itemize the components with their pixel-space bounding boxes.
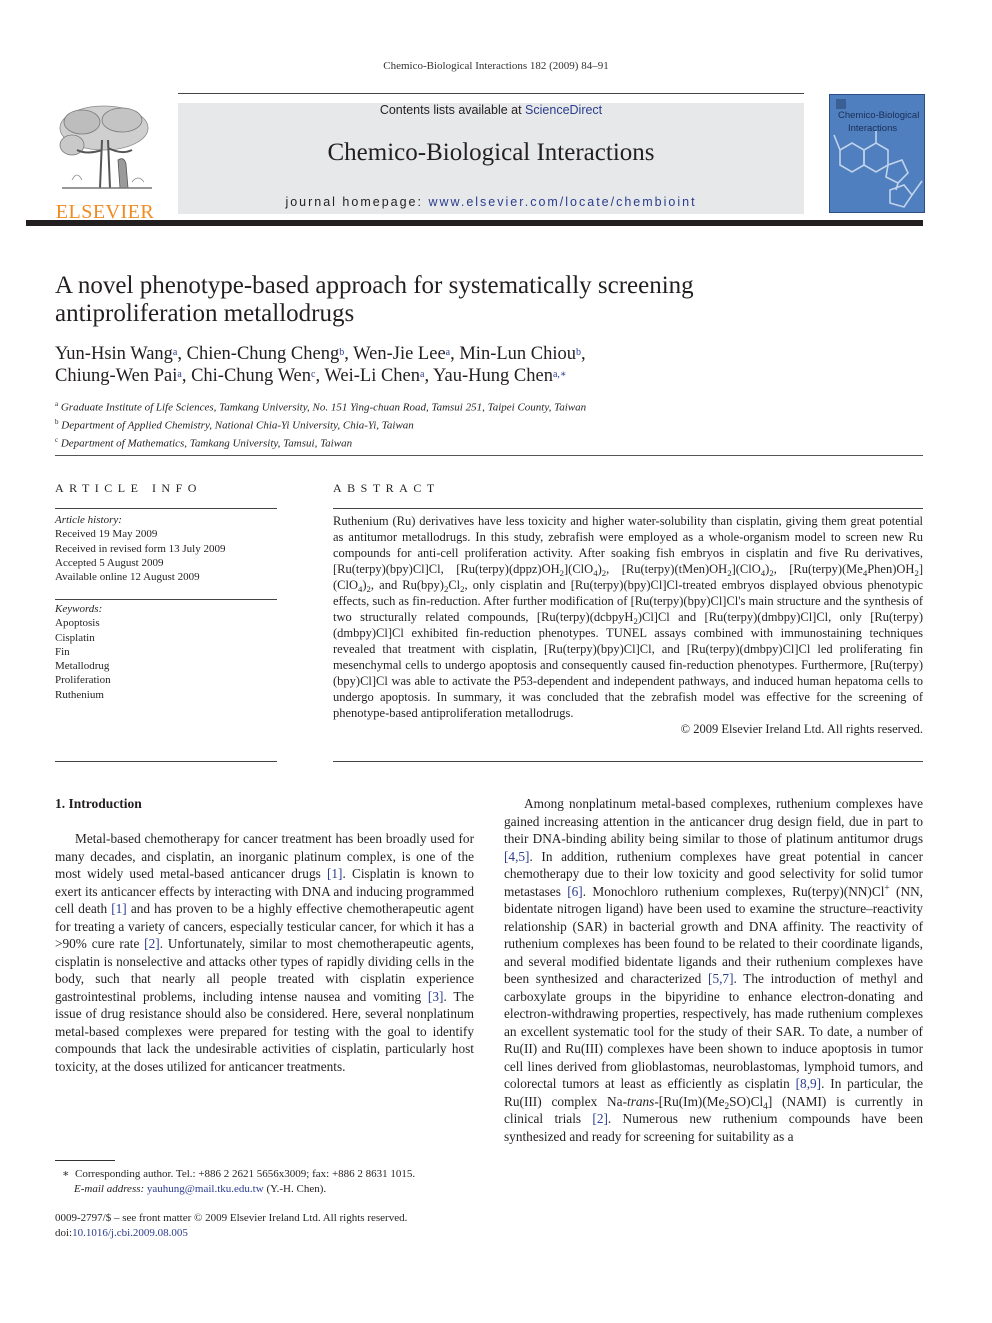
author-affiliation-mark[interactable]: a	[177, 369, 181, 380]
affiliations: a Graduate Institute of Life Sciences, T…	[55, 397, 915, 451]
affiliation-key: c	[55, 436, 59, 445]
cover-title-line2: Interactions	[848, 123, 898, 134]
header-rule	[178, 93, 804, 94]
author-separator: ,	[181, 366, 192, 386]
history-item: Accepted 5 August 2009	[55, 556, 164, 569]
contents-line: Contents lists available at ScienceDirec…	[178, 103, 804, 117]
contents-prefix: Contents lists available at	[379, 103, 526, 117]
homepage-link[interactable]: www.elsevier.com/locate/chembioint	[428, 195, 696, 209]
history-item: Available online 12 August 2009	[55, 571, 200, 584]
masthead-rule	[26, 220, 923, 226]
author-name[interactable]: Wei-Li Chen	[324, 366, 420, 386]
doi-prefix: doi:	[55, 1227, 73, 1239]
body-column-right: Among nonplatinum metal-based complexes,…	[504, 795, 923, 1145]
email-label: E-mail address:	[74, 1183, 145, 1195]
author-name[interactable]: Chiung-Wen Pai	[55, 366, 177, 386]
author-affiliation-mark[interactable]: a	[173, 347, 177, 358]
corresponding-author-mark[interactable]: a,∗	[553, 369, 567, 380]
corresponding-author-note: ∗ Corresponding author. Tel.: +886 2 262…	[62, 1167, 482, 1182]
author-name[interactable]: Min-Lun Chiou	[459, 344, 576, 364]
footnote: ∗ Corresponding author. Tel.: +886 2 262…	[62, 1167, 482, 1197]
author-separator: ,	[581, 344, 586, 364]
keyword: Cisplatin	[55, 631, 95, 644]
title-line-2: antiproliferation metallodrugs	[55, 300, 355, 327]
doi-line: doi:10.1016/j.cbi.2009.08.005	[55, 1226, 495, 1241]
keywords: Keywords: Apoptosis Cisplatin Fin Metall…	[55, 602, 277, 702]
keyword: Proliferation	[55, 674, 111, 687]
front-matter: 0009-2797/$ – see front matter © 2009 El…	[55, 1211, 495, 1241]
author-separator: ,	[424, 366, 434, 386]
abstract-rule-bottom	[333, 761, 923, 762]
section-divider	[55, 455, 923, 456]
running-head: Chemico-Biological Interactions 182 (200…	[383, 60, 609, 72]
history-label: Article history:	[55, 514, 122, 526]
author-affiliation-mark[interactable]: b	[576, 347, 581, 358]
email-line: E-mail address: yauhung@mail.tku.edu.tw …	[62, 1182, 482, 1197]
author-affiliation-mark[interactable]: a	[420, 369, 424, 380]
issn-line: 0009-2797/$ – see front matter © 2009 El…	[55, 1212, 408, 1224]
article-info-heading: ARTICLE INFO	[55, 481, 202, 495]
author-separator: ,	[344, 344, 354, 364]
affiliation-c: c Department of Mathematics, Tamkang Uni…	[55, 433, 915, 451]
body-column-left: Metal-based chemotherapy for cancer trea…	[55, 830, 474, 1075]
keywords-label: Keywords:	[55, 603, 103, 615]
affiliation-text: Graduate Institute of Life Sciences, Tam…	[60, 401, 587, 414]
elsevier-tree-icon	[59, 105, 152, 189]
cover-title: Chemico-Biological Interactions	[838, 109, 919, 135]
doi-link[interactable]: 10.1016/j.cbi.2009.08.005	[72, 1227, 188, 1239]
author-separator: ,	[450, 344, 460, 364]
journal-name: Chemico-Biological Interactions	[327, 139, 655, 166]
author-separator: ,	[177, 344, 187, 364]
author-affiliation-mark[interactable]: c	[311, 369, 315, 380]
footnote-marker: ∗	[62, 1168, 70, 1180]
author-name[interactable]: Chi-Chung Wen	[191, 366, 311, 386]
author-line-1: Yun-Hsin Wanga, Chien-Chung Chengb, Wen-…	[55, 343, 915, 365]
abstract-text: Ruthenium (Ru) derivatives have less tox…	[333, 514, 923, 720]
abstract-rule-top	[333, 508, 923, 509]
abstract: Ruthenium (Ru) derivatives have less tox…	[333, 513, 923, 737]
abstract-copyright: © 2009 Elsevier Ireland Ltd. All rights …	[680, 722, 923, 736]
section-heading-introduction: 1. Introduction	[55, 796, 142, 811]
keyword: Metallodrug	[55, 660, 110, 673]
sciencedirect-link[interactable]: ScienceDirect	[525, 103, 602, 117]
elsevier-logo[interactable]: ELSEVIER	[52, 100, 158, 223]
homepage-prefix: journal homepage:	[285, 195, 429, 209]
history-item: Received in revised form 13 July 2009	[55, 542, 226, 555]
history-item: Received 19 May 2009	[55, 528, 158, 541]
author-affiliation-mark[interactable]: b	[339, 347, 344, 358]
keyword: Apoptosis	[55, 617, 100, 630]
author-list: Yun-Hsin Wanga, Chien-Chung Chengb, Wen-…	[55, 343, 915, 387]
author-name[interactable]: Chien-Chung Cheng	[187, 344, 340, 364]
keywords-rule	[55, 761, 277, 762]
affiliation-key: a	[55, 400, 59, 408]
affiliation-b: b Department of Applied Chemistry, Natio…	[55, 415, 915, 433]
intro-paragraph-2: Among nonplatinum metal-based complexes,…	[504, 796, 923, 1144]
footnote-rule	[55, 1160, 115, 1161]
email-link[interactable]: yauhung@mail.tku.edu.tw	[147, 1183, 264, 1195]
affiliation-text: Department of Applied Chemistry, Nationa…	[61, 419, 414, 432]
article-history: Article history: Received 19 May 2009 Re…	[55, 513, 277, 584]
article-info-rule	[55, 508, 277, 509]
author-affiliation-mark[interactable]: a	[446, 347, 450, 358]
journal-cover[interactable]: Chemico-Biological Interactions	[829, 94, 925, 213]
author-line-2: Chiung-Wen Paia, Chi-Chung Wenc, Wei-Li …	[55, 365, 915, 387]
author-name[interactable]: Yau-Hung Chen	[433, 366, 553, 386]
journal-homepage: journal homepage: www.elsevier.com/locat…	[178, 195, 804, 209]
abstract-heading: ABSTRACT	[333, 481, 440, 495]
keyword: Fin	[55, 645, 70, 658]
keyword: Ruthenium	[55, 688, 104, 701]
journal-masthead: Contents lists available at ScienceDirec…	[178, 103, 804, 214]
intro-paragraph-1: Metal-based chemotherapy for cancer trea…	[55, 831, 474, 1074]
affiliation-a: a Graduate Institute of Life Sciences, T…	[55, 397, 915, 415]
email-suffix: (Y.-H. Chen).	[263, 1183, 327, 1195]
history-rule	[55, 599, 277, 600]
corresponding-author-text: Corresponding author. Tel.: +886 2 2621 …	[74, 1168, 416, 1180]
author-name[interactable]: Yun-Hsin Wang	[55, 344, 173, 364]
affiliation-text: Department of Mathematics, Tamkang Unive…	[60, 437, 353, 450]
title-line-1: A novel phenotype-based approach for sys…	[55, 272, 694, 299]
cover-title-line1: Chemico-Biological	[838, 110, 920, 121]
affiliation-key: b	[55, 418, 59, 427]
author-name[interactable]: Wen-Jie Lee	[353, 344, 446, 364]
article-title: A novel phenotype-based approach for sys…	[55, 272, 915, 328]
